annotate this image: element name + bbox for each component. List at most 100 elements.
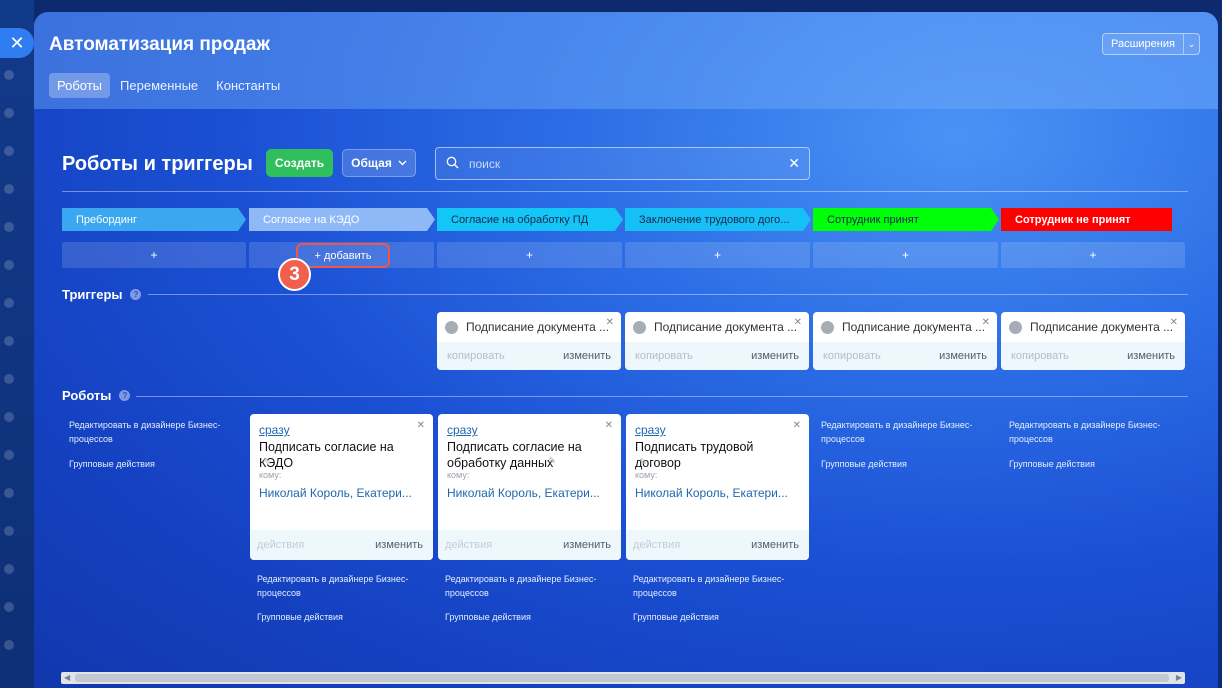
close-icon[interactable]: ✕	[605, 420, 613, 431]
bg-dot	[4, 222, 14, 232]
trigger-card[interactable]: Подписание документа ... ✕ копировать изм…	[625, 312, 809, 370]
group-actions-link[interactable]: Групповые действия	[257, 612, 343, 622]
copy-link[interactable]: копировать	[635, 350, 693, 362]
add-robot-button[interactable]: +	[1001, 242, 1185, 268]
close-icon[interactable]: ✕	[793, 420, 801, 431]
robot-to-label: кому:	[259, 470, 282, 480]
pencil-icon[interactable]: ✎	[263, 457, 271, 468]
tab-bar: Роботы Переменные Константы	[49, 73, 288, 98]
actions-link[interactable]: действия	[445, 539, 492, 551]
page-title: Автоматизация продаж	[49, 34, 270, 55]
copy-link[interactable]: копировать	[823, 350, 881, 362]
edit-link[interactable]: изменить	[751, 350, 799, 362]
stage-contract[interactable]: Заключение трудового дого...	[625, 208, 811, 231]
stage-hired[interactable]: Сотрудник принят	[813, 208, 999, 231]
robot-card[interactable]: сразу ✕ Подписать трудовой договор ✎ ком…	[626, 414, 809, 560]
robot-delay-link[interactable]: сразу	[447, 423, 478, 437]
close-icon[interactable]: ✕	[794, 317, 802, 328]
actions-link[interactable]: действия	[633, 539, 680, 551]
edit-in-bp-designer-link[interactable]: Редактировать в дизайнере Бизнес-процесс…	[445, 572, 605, 600]
bg-dot	[4, 412, 14, 422]
group-actions-link[interactable]: Групповые действия	[69, 459, 155, 469]
robot-title: Подписать трудовой договор	[635, 440, 754, 470]
edit-link[interactable]: изменить	[563, 350, 611, 362]
clock-icon	[821, 320, 834, 334]
triggers-label: Триггеры	[62, 287, 123, 302]
copy-link[interactable]: копировать	[1011, 350, 1069, 362]
clock-icon	[633, 320, 646, 334]
close-slider-button[interactable]: ✕	[0, 28, 34, 58]
edit-in-bp-designer-link[interactable]: Редактировать в дизайнере Бизнес-процесс…	[257, 572, 417, 600]
close-icon[interactable]: ✕	[1170, 317, 1178, 328]
extensions-button[interactable]: Расширения ⌄	[1102, 33, 1200, 55]
add-robot-button[interactable]: +	[437, 242, 622, 268]
add-robot-button[interactable]: +	[625, 242, 810, 268]
horizontal-scrollbar[interactable]: ◀ ▶	[61, 672, 1185, 684]
group-actions-link[interactable]: Групповые действия	[821, 459, 907, 469]
help-icon[interactable]: ?	[130, 289, 142, 300]
robot-delay-link[interactable]: сразу	[259, 423, 290, 437]
robot-card[interactable]: сразу ✕ Подписать согласие на обработку …	[438, 414, 621, 560]
bg-dot	[4, 450, 14, 460]
close-icon[interactable]: ✕	[417, 420, 425, 431]
robot-title: Подписать согласие на КЭДО	[259, 440, 394, 470]
scroll-left-icon[interactable]: ◀	[64, 672, 70, 684]
edit-in-bp-designer-link[interactable]: Редактировать в дизайнере Бизнес-процесс…	[69, 418, 229, 446]
close-icon[interactable]: ✕	[606, 317, 614, 328]
scroll-right-icon[interactable]: ▶	[1176, 672, 1182, 684]
pencil-icon[interactable]: ✎	[639, 457, 647, 468]
add-robot-button[interactable]: +	[813, 242, 998, 268]
tab-constants[interactable]: Константы	[208, 73, 288, 98]
trigger-name: Подписание документа ...	[1030, 320, 1174, 334]
copy-link[interactable]: копировать	[447, 350, 505, 362]
close-icon[interactable]: ✕	[982, 317, 990, 328]
bg-dot	[4, 70, 14, 80]
common-dropdown[interactable]: Общая	[342, 149, 416, 177]
trigger-card[interactable]: Подписание документа ... ✕ копировать изм…	[437, 312, 621, 370]
edit-in-bp-designer-link[interactable]: Редактировать в дизайнере Бизнес-процесс…	[633, 572, 793, 600]
tab-variables[interactable]: Переменные	[112, 73, 206, 98]
edit-link[interactable]: изменить	[751, 539, 799, 551]
help-icon[interactable]: ?	[119, 390, 131, 401]
group-actions-link[interactable]: Групповые действия	[633, 612, 719, 622]
robot-assignees[interactable]: Николай Король, Екатери...	[635, 486, 788, 500]
clear-search-icon[interactable]: ✕	[788, 155, 800, 172]
edit-link[interactable]: изменить	[375, 539, 423, 551]
tab-robots[interactable]: Роботы	[49, 73, 111, 98]
bg-dot	[4, 336, 14, 346]
robot-delay-link[interactable]: сразу	[635, 423, 666, 437]
add-robot-highlighted-button[interactable]: + добавить	[296, 243, 390, 268]
create-button[interactable]: Создать	[266, 149, 333, 177]
trigger-card[interactable]: Подписание документа ... ✕ копировать изм…	[813, 312, 997, 370]
chevron-down-icon[interactable]: ⌄	[1184, 39, 1199, 50]
edit-in-bp-designer-link[interactable]: Редактировать в дизайнере Бизнес-процесс…	[1009, 418, 1169, 446]
bg-dot	[4, 184, 14, 194]
common-label: Общая	[351, 156, 392, 170]
pencil-icon[interactable]: ✎	[548, 456, 556, 467]
scrollbar-thumb[interactable]	[75, 674, 1169, 682]
robot-assignees[interactable]: Николай Король, Екатери...	[259, 486, 412, 500]
search-input[interactable]	[469, 154, 769, 174]
edit-in-bp-designer-link[interactable]: Редактировать в дизайнере Бизнес-процесс…	[821, 418, 981, 446]
trigger-name: Подписание документа ...	[654, 320, 798, 334]
automation-panel: Автоматизация продаж Расширения ⌄ Роботы…	[34, 12, 1218, 688]
group-actions-link[interactable]: Групповые действия	[1009, 459, 1095, 469]
bg-dot	[4, 488, 14, 498]
step-badge: 3	[278, 258, 311, 291]
robot-assignees[interactable]: Николай Король, Екатери...	[447, 486, 600, 500]
edit-link[interactable]: изменить	[563, 539, 611, 551]
robot-card[interactable]: сразу ✕ Подписать согласие на КЭДО ✎ ком…	[250, 414, 433, 560]
bg-dot	[4, 298, 14, 308]
chevron-down-icon	[398, 160, 407, 166]
search-box: ✕	[435, 147, 810, 180]
stage-pd-consent[interactable]: Согласие на обработку ПД	[437, 208, 623, 231]
stage-kedo-consent[interactable]: Согласие на КЭДО	[249, 208, 435, 231]
trigger-card[interactable]: Подписание документа ... ✕ копировать изм…	[1001, 312, 1185, 370]
stage-preboarding[interactable]: Пребординг	[62, 208, 246, 231]
group-actions-link[interactable]: Групповые действия	[445, 612, 531, 622]
edit-link[interactable]: изменить	[1127, 350, 1175, 362]
edit-link[interactable]: изменить	[939, 350, 987, 362]
stage-not-hired[interactable]: Сотрудник не принят	[1001, 208, 1172, 231]
add-robot-button[interactable]: +	[62, 242, 246, 268]
actions-link[interactable]: действия	[257, 539, 304, 551]
